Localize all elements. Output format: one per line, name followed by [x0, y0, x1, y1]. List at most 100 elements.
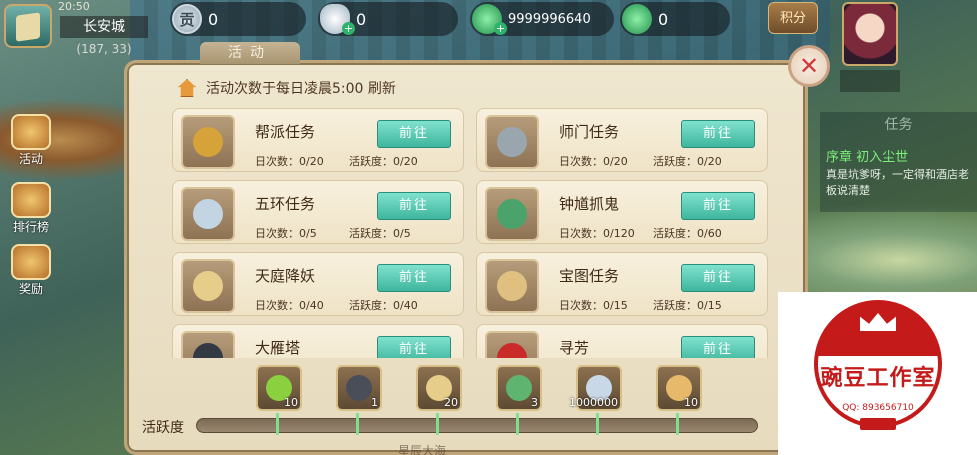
progress-tick [436, 413, 439, 435]
player-avatar[interactable] [842, 2, 898, 66]
activity-card: 寻芳 前往 [476, 324, 768, 358]
activity-name: 宝图任务 [559, 267, 620, 285]
activity-name: 大雁塔 [255, 339, 301, 357]
reward-item[interactable]: 10 [656, 365, 702, 411]
activity-times: 日次数：0/120 [559, 227, 635, 240]
panel-title-tab: 活动 [200, 42, 300, 64]
map-icon[interactable] [4, 4, 52, 48]
reward-item[interactable]: 1000000 [569, 365, 622, 411]
locked-jade-icon [622, 4, 652, 34]
go-button[interactable]: 前往 [681, 264, 755, 292]
menu-ranking[interactable]: 排行榜 [6, 182, 56, 238]
resource-locked-jade: 0 [620, 2, 730, 36]
reward-count: 20 [444, 396, 458, 409]
activity-active: 活跃度：0/40 [349, 299, 418, 312]
quest-tracker[interactable]: 任务 序章 初入尘世 真是坑爹呀，一定得和酒店老板说清楚 [820, 112, 977, 212]
menu-reward-label: 奖励 [18, 282, 43, 296]
gong-value: 0 [208, 9, 219, 29]
activity-card: 帮派任务 日次数：0/20 活跃度：0/20 前往 [172, 108, 464, 172]
locked-jade-value: 0 [658, 9, 669, 29]
city-name: 长安城 [60, 16, 148, 38]
menu-activity[interactable]: 活动 [6, 114, 56, 170]
resource-silver[interactable]: + 0 [318, 2, 458, 36]
activity-points-label: 活跃度 [142, 420, 184, 436]
go-button[interactable]: 前往 [681, 120, 755, 148]
add-jade-icon[interactable]: + [494, 22, 507, 35]
activity-active: 活跃度：0/15 [653, 299, 722, 312]
vase-icon [506, 375, 532, 401]
activity-name: 钟馗抓鬼 [559, 195, 620, 213]
activity-progress-bar [196, 418, 758, 433]
reward-item[interactable]: 3 [496, 365, 542, 411]
drum-icon [11, 114, 51, 150]
quest-tracker-title: 任务 [884, 117, 913, 133]
quest-name[interactable]: 序章 初入尘世 [826, 146, 908, 165]
silver-value: 0 [356, 9, 367, 29]
add-silver-icon[interactable]: + [342, 22, 355, 35]
menu-ranking-label: 排行榜 [12, 220, 49, 234]
black-stone-icon [346, 375, 372, 401]
points-button[interactable]: 积分 [768, 2, 818, 34]
activity-active: 活跃度：0/60 [653, 227, 722, 240]
bottom-partial-text: 星辰大海 [398, 444, 447, 455]
go-button[interactable]: 前往 [377, 264, 451, 292]
menu-reward[interactable]: 奖励 [6, 244, 56, 300]
red-gem-icon [485, 331, 539, 358]
reward-count: 3 [531, 396, 538, 409]
house-icon [178, 79, 196, 97]
activity-active: 活跃度：0/5 [349, 227, 411, 240]
stone-icon [181, 331, 235, 358]
activity-card: 师门任务 日次数：0/20 活跃度：0/20 前往 [476, 108, 768, 172]
progress-tick [356, 413, 359, 435]
silver-ingot-icon [181, 187, 235, 241]
activity-card: 大雁塔 前往 [172, 324, 464, 358]
go-button[interactable]: 前往 [681, 336, 755, 358]
reward-count: 10 [684, 396, 698, 409]
city-coordinates: (187, 33) [76, 42, 132, 56]
activity-name: 天庭降妖 [255, 267, 316, 285]
close-icon: ✕ [798, 52, 820, 80]
activity-list[interactable]: 帮派任务 日次数：0/20 活跃度：0/20 前往 师门任务 日次数：0/20 … [172, 108, 772, 358]
activity-card: 宝图任务 日次数：0/15 活跃度：0/15 前往 [476, 252, 768, 316]
quest-description: 真是坑爹呀，一定得和酒店老板说清楚 [826, 168, 969, 197]
scroll-icon [181, 259, 235, 313]
gong-icon: 贡 [172, 4, 202, 34]
activity-card: 天庭降妖 日次数：0/40 活跃度：0/40 前往 [172, 252, 464, 316]
jade-value: 9999996640 [508, 11, 591, 27]
activity-times: 日次数：0/20 [559, 155, 628, 168]
go-button[interactable]: 前往 [377, 192, 451, 220]
activity-name: 帮派任务 [255, 123, 316, 141]
minimap-area[interactable]: 20:50 长安城 (187, 33) [0, 0, 150, 60]
activity-active: 活跃度：0/20 [349, 155, 418, 168]
menu-activity-label: 活动 [18, 152, 43, 166]
go-button[interactable]: 前往 [377, 120, 451, 148]
vase-icon [485, 187, 539, 241]
go-button[interactable]: 前往 [681, 192, 755, 220]
watermark-foot [860, 418, 896, 430]
gift-icon [11, 244, 51, 280]
reward-item[interactable]: 10 [256, 365, 302, 411]
watermark-qq: QQ: 893656710 [842, 403, 914, 413]
resource-jade[interactable]: + 9999996640 [470, 2, 614, 36]
status-icons [840, 70, 900, 92]
progress-tick [276, 413, 279, 435]
close-button[interactable]: ✕ [788, 45, 830, 87]
clock-time: 20:50 [58, 0, 90, 13]
activity-times: 日次数：0/5 [255, 227, 317, 240]
activity-times: 日次数：0/15 [559, 299, 628, 312]
progress-tick [676, 413, 679, 435]
activity-name: 寻芳 [559, 339, 590, 357]
refresh-notice-text: 活动次数于每日凌晨5:00 刷新 [206, 81, 396, 97]
resource-gong: 贡 0 [170, 2, 306, 36]
ranking-icon [11, 182, 51, 218]
guild-task-icon [181, 115, 235, 169]
watermark-title: 豌豆工作室 [820, 366, 936, 391]
activity-name: 五环任务 [255, 195, 316, 213]
reward-item[interactable]: 1 [336, 365, 382, 411]
activity-name: 师门任务 [559, 123, 620, 141]
reward-item[interactable]: 20 [416, 365, 462, 411]
go-button[interactable]: 前往 [377, 336, 451, 358]
sect-task-icon [485, 115, 539, 169]
activity-times: 日次数：0/20 [255, 155, 324, 168]
reward-count: 1 [371, 396, 378, 409]
